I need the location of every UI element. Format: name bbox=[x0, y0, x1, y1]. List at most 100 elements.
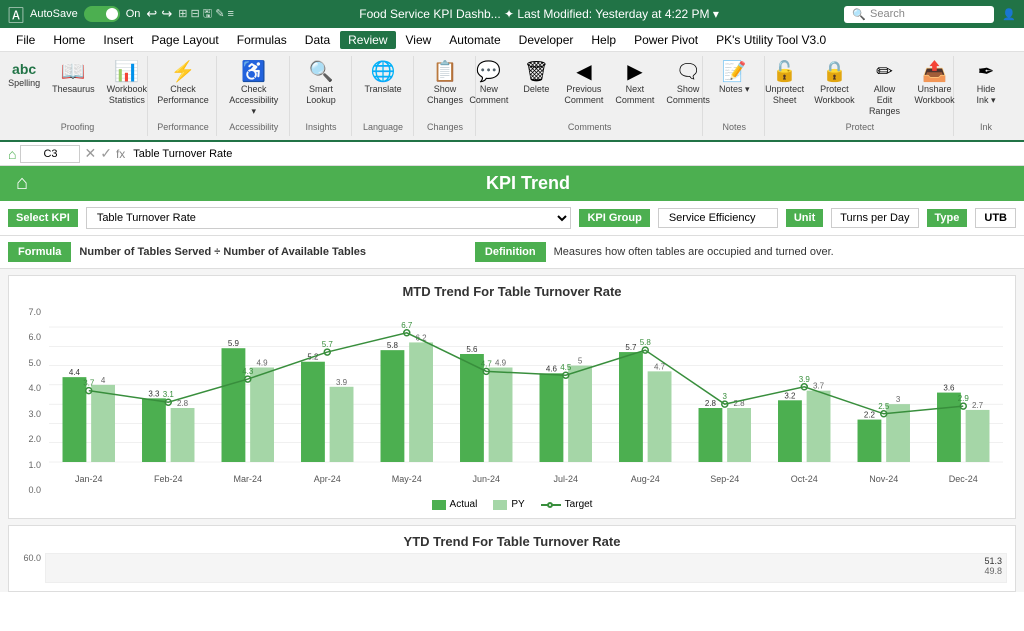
check-accessibility-icon: ♿ bbox=[241, 62, 266, 82]
ribbon-btn-check-accessibility[interactable]: ♿ CheckAccessibility ▾ bbox=[225, 60, 282, 118]
legend-target: Target bbox=[541, 499, 593, 510]
ribbon-btn-delete-comment[interactable]: 🗑 Delete bbox=[516, 60, 556, 97]
ribbon-btn-unshare-workbook[interactable]: 📤 UnshareWorkbook bbox=[911, 60, 957, 108]
ribbon-language-items: 🌐 Translate bbox=[360, 60, 405, 120]
svg-text:2.9: 2.9 bbox=[958, 394, 970, 403]
menu-home[interactable]: Home bbox=[45, 31, 93, 49]
ribbon-btn-translate[interactable]: 🌐 Translate bbox=[360, 60, 405, 97]
menu-developer[interactable]: Developer bbox=[511, 31, 582, 49]
autosave-toggle[interactable] bbox=[84, 6, 120, 22]
spelling-label: Spelling bbox=[8, 78, 40, 89]
ribbon-btn-smart-lookup[interactable]: 🔍 SmartLookup bbox=[301, 60, 341, 108]
new-comment-label: NewComment bbox=[469, 84, 508, 106]
new-comment-icon: 💬 bbox=[476, 62, 501, 82]
ribbon-btn-next-comment[interactable]: ▶ NextComment bbox=[611, 60, 658, 108]
cell-reference[interactable] bbox=[20, 145, 80, 163]
svg-text:4: 4 bbox=[101, 376, 106, 385]
notes-group-label: Notes bbox=[722, 122, 746, 132]
definition-text: Measures how often tables are occupied a… bbox=[554, 246, 834, 258]
ribbon-btn-spelling[interactable]: abc Spelling bbox=[4, 60, 44, 91]
hide-ink-label: HideInk ▾ bbox=[976, 84, 995, 106]
ribbon-btn-hide-ink[interactable]: ✒ HideInk ▾ bbox=[966, 60, 1006, 108]
search-box[interactable]: 🔍 Search bbox=[844, 6, 994, 23]
svg-text:4.5: 4.5 bbox=[560, 363, 572, 372]
ribbon-notes-items: 📝 Notes ▾ bbox=[714, 60, 754, 120]
accessibility-group-label: Accessibility bbox=[229, 122, 278, 132]
ribbon-btn-notes[interactable]: 📝 Notes ▾ bbox=[714, 60, 754, 97]
svg-text:2.5: 2.5 bbox=[878, 402, 890, 411]
y0: 0.0 bbox=[28, 485, 41, 495]
definition-tag: Definition bbox=[475, 242, 546, 262]
chart-legend: Actual PY Target bbox=[17, 499, 1007, 510]
menu-automate[interactable]: Automate bbox=[441, 31, 508, 49]
svg-text:2.7: 2.7 bbox=[972, 401, 984, 410]
ribbon-btn-prev-comment[interactable]: ◀ PreviousComment bbox=[560, 60, 607, 108]
svg-text:2.8: 2.8 bbox=[705, 399, 717, 408]
svg-text:5.9: 5.9 bbox=[228, 339, 240, 348]
thesaurus-icon: 📖 bbox=[61, 62, 86, 82]
show-changes-icon: 📋 bbox=[433, 62, 458, 82]
svg-text:5.8: 5.8 bbox=[640, 338, 652, 347]
unprotect-sheet-icon: 🔓 bbox=[772, 62, 797, 82]
menu-page-layout[interactable]: Page Layout bbox=[143, 31, 226, 49]
menu-help[interactable]: Help bbox=[583, 31, 624, 49]
redo-icon[interactable]: ↪ bbox=[161, 6, 172, 22]
svg-text:5.6: 5.6 bbox=[466, 345, 478, 354]
svg-text:Sep-24: Sep-24 bbox=[710, 474, 739, 484]
kpi-select-dropdown[interactable]: Table Turnover Rate bbox=[86, 207, 572, 229]
ribbon-ink-items: ✒ HideInk ▾ bbox=[966, 60, 1006, 120]
menu-file[interactable]: File bbox=[8, 31, 43, 49]
ribbon-btn-protect-workbook[interactable]: 🔒 ProtectWorkbook bbox=[811, 60, 857, 108]
undo-redo-group: ↩ ↪ bbox=[146, 6, 172, 22]
formula-tag: Formula bbox=[8, 242, 71, 262]
legend-py-label: PY bbox=[511, 499, 524, 510]
ribbon-btn-new-comment[interactable]: 💬 NewComment bbox=[465, 60, 512, 108]
quick-access-more[interactable]: ⊞ ⊟ 🖫 ✎ ≡ bbox=[178, 5, 234, 24]
formula-input[interactable]: Table Turnover Rate bbox=[129, 146, 1016, 162]
svg-text:May-24: May-24 bbox=[392, 474, 422, 484]
show-comments-label: ShowComments bbox=[666, 84, 710, 106]
home-dashboard-icon[interactable]: ⌂ bbox=[6, 172, 38, 195]
legend-actual-bar bbox=[432, 500, 446, 510]
formula-bar-check[interactable]: ✓ bbox=[100, 145, 112, 162]
home-sheet-icon: ⌂ bbox=[8, 146, 16, 162]
ribbon-accessibility-items: ♿ CheckAccessibility ▾ bbox=[225, 60, 282, 120]
ribbon-btn-unprotect-sheet[interactable]: 🔓 UnprotectSheet bbox=[762, 60, 807, 108]
prev-comment-label: PreviousComment bbox=[564, 84, 603, 106]
svg-text:2.2: 2.2 bbox=[864, 411, 876, 420]
ytd-y-label: 60.0 bbox=[17, 553, 45, 563]
show-comments-icon: 🗨 bbox=[675, 62, 700, 82]
menu-data[interactable]: Data bbox=[297, 31, 338, 49]
ytd-container: YTD Trend For Table Turnover Rate 60.0 5… bbox=[8, 525, 1016, 592]
y-axis: 7.0 6.0 5.0 4.0 3.0 2.0 1.0 0.0 bbox=[17, 307, 45, 495]
ribbon-group-protect: 🔓 UnprotectSheet 🔒 ProtectWorkbook ✏ All… bbox=[767, 56, 954, 136]
ribbon-performance-items: ⚡ CheckPerformance bbox=[153, 60, 213, 120]
formula-bar-expand[interactable]: ✕ bbox=[84, 145, 96, 162]
menu-power-pivot[interactable]: Power Pivot bbox=[626, 31, 706, 49]
title-bar: 🄰 AutoSave On ↩ ↪ ⊞ ⊟ 🖫 ✎ ≡ Food Service… bbox=[0, 0, 1024, 28]
undo-icon[interactable]: ↩ bbox=[146, 6, 157, 22]
svg-text:4.4: 4.4 bbox=[69, 368, 81, 377]
ribbon-btn-thesaurus[interactable]: 📖 Thesaurus bbox=[48, 60, 99, 97]
menu-formulas[interactable]: Formulas bbox=[229, 31, 295, 49]
ribbon-changes-items: 📋 ShowChanges bbox=[423, 60, 467, 120]
ribbon-btn-allow-edit[interactable]: ✏ Allow EditRanges bbox=[862, 60, 908, 118]
chart-with-yaxis: 7.0 6.0 5.0 4.0 3.0 2.0 1.0 0.0 4.44Jan-… bbox=[17, 307, 1007, 495]
proofing-group-label: Proofing bbox=[61, 122, 95, 132]
menu-review[interactable]: Review bbox=[340, 31, 395, 49]
legend-actual-label: Actual bbox=[450, 499, 478, 510]
menu-view[interactable]: View bbox=[398, 31, 440, 49]
select-kpi-label: Select KPI bbox=[8, 209, 78, 227]
autosave-on-label: On bbox=[126, 8, 141, 20]
search-placeholder: Search bbox=[870, 8, 905, 20]
svg-text:3: 3 bbox=[723, 392, 728, 401]
menu-insert[interactable]: Insert bbox=[95, 31, 141, 49]
ribbon-group-accessibility: ♿ CheckAccessibility ▾ Accessibility bbox=[219, 56, 290, 136]
ribbon-btn-check-performance[interactable]: ⚡ CheckPerformance bbox=[153, 60, 213, 108]
y2: 2.0 bbox=[28, 434, 41, 444]
ribbon-btn-show-changes[interactable]: 📋 ShowChanges bbox=[423, 60, 467, 108]
menu-pk-utility[interactable]: PK's Utility Tool V3.0 bbox=[708, 31, 834, 49]
user-icon[interactable]: 👤 bbox=[1002, 8, 1016, 21]
smart-lookup-label: SmartLookup bbox=[306, 84, 336, 106]
ribbon-btn-workbook-stats[interactable]: 📊 WorkbookStatistics bbox=[103, 60, 151, 108]
